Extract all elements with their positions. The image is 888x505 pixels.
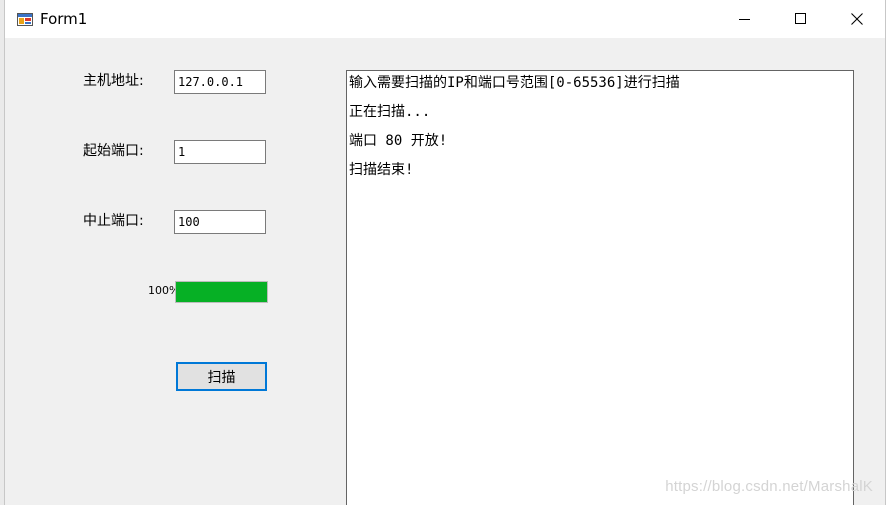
title-bar[interactable]: Form1 — [5, 0, 885, 38]
form-window: Form1 主机地址: 起始端口: 中止端口: 100% 扫描 — [4, 0, 886, 505]
window-title: Form1 — [40, 10, 88, 28]
end-port-label: 中止端口: — [83, 213, 144, 229]
start-port-label: 起始端口: — [83, 143, 144, 159]
output-line: 扫描结束! — [349, 162, 414, 178]
scan-output-textbox[interactable]: 输入需要扫描的IP和端口号范围[0-65536]进行扫描 正在扫描... 端口 80… — [346, 70, 854, 505]
output-line: 输入需要扫描的IP和端口号范围[0-65536]进行扫描 — [349, 75, 680, 91]
progress-fill — [176, 282, 267, 302]
watermark-text: https://blog.csdn.net/MarshalK — [665, 478, 873, 495]
maximize-button[interactable] — [773, 0, 829, 38]
scan-progress-bar — [175, 281, 268, 303]
form-app-icon — [17, 13, 33, 26]
output-line: 端口 80 开放! — [349, 133, 448, 149]
output-line: 正在扫描... — [349, 104, 431, 120]
maximize-icon — [795, 13, 806, 24]
close-button[interactable] — [829, 0, 885, 38]
minimize-button[interactable] — [717, 0, 773, 38]
minimize-icon — [739, 19, 750, 20]
progress-percent-label: 100% — [148, 284, 176, 297]
close-icon — [851, 13, 863, 25]
end-port-input[interactable] — [174, 210, 266, 234]
host-input[interactable] — [174, 70, 266, 94]
scan-button[interactable]: 扫描 — [176, 362, 267, 391]
host-label: 主机地址: — [83, 73, 144, 89]
start-port-input[interactable] — [174, 140, 266, 164]
